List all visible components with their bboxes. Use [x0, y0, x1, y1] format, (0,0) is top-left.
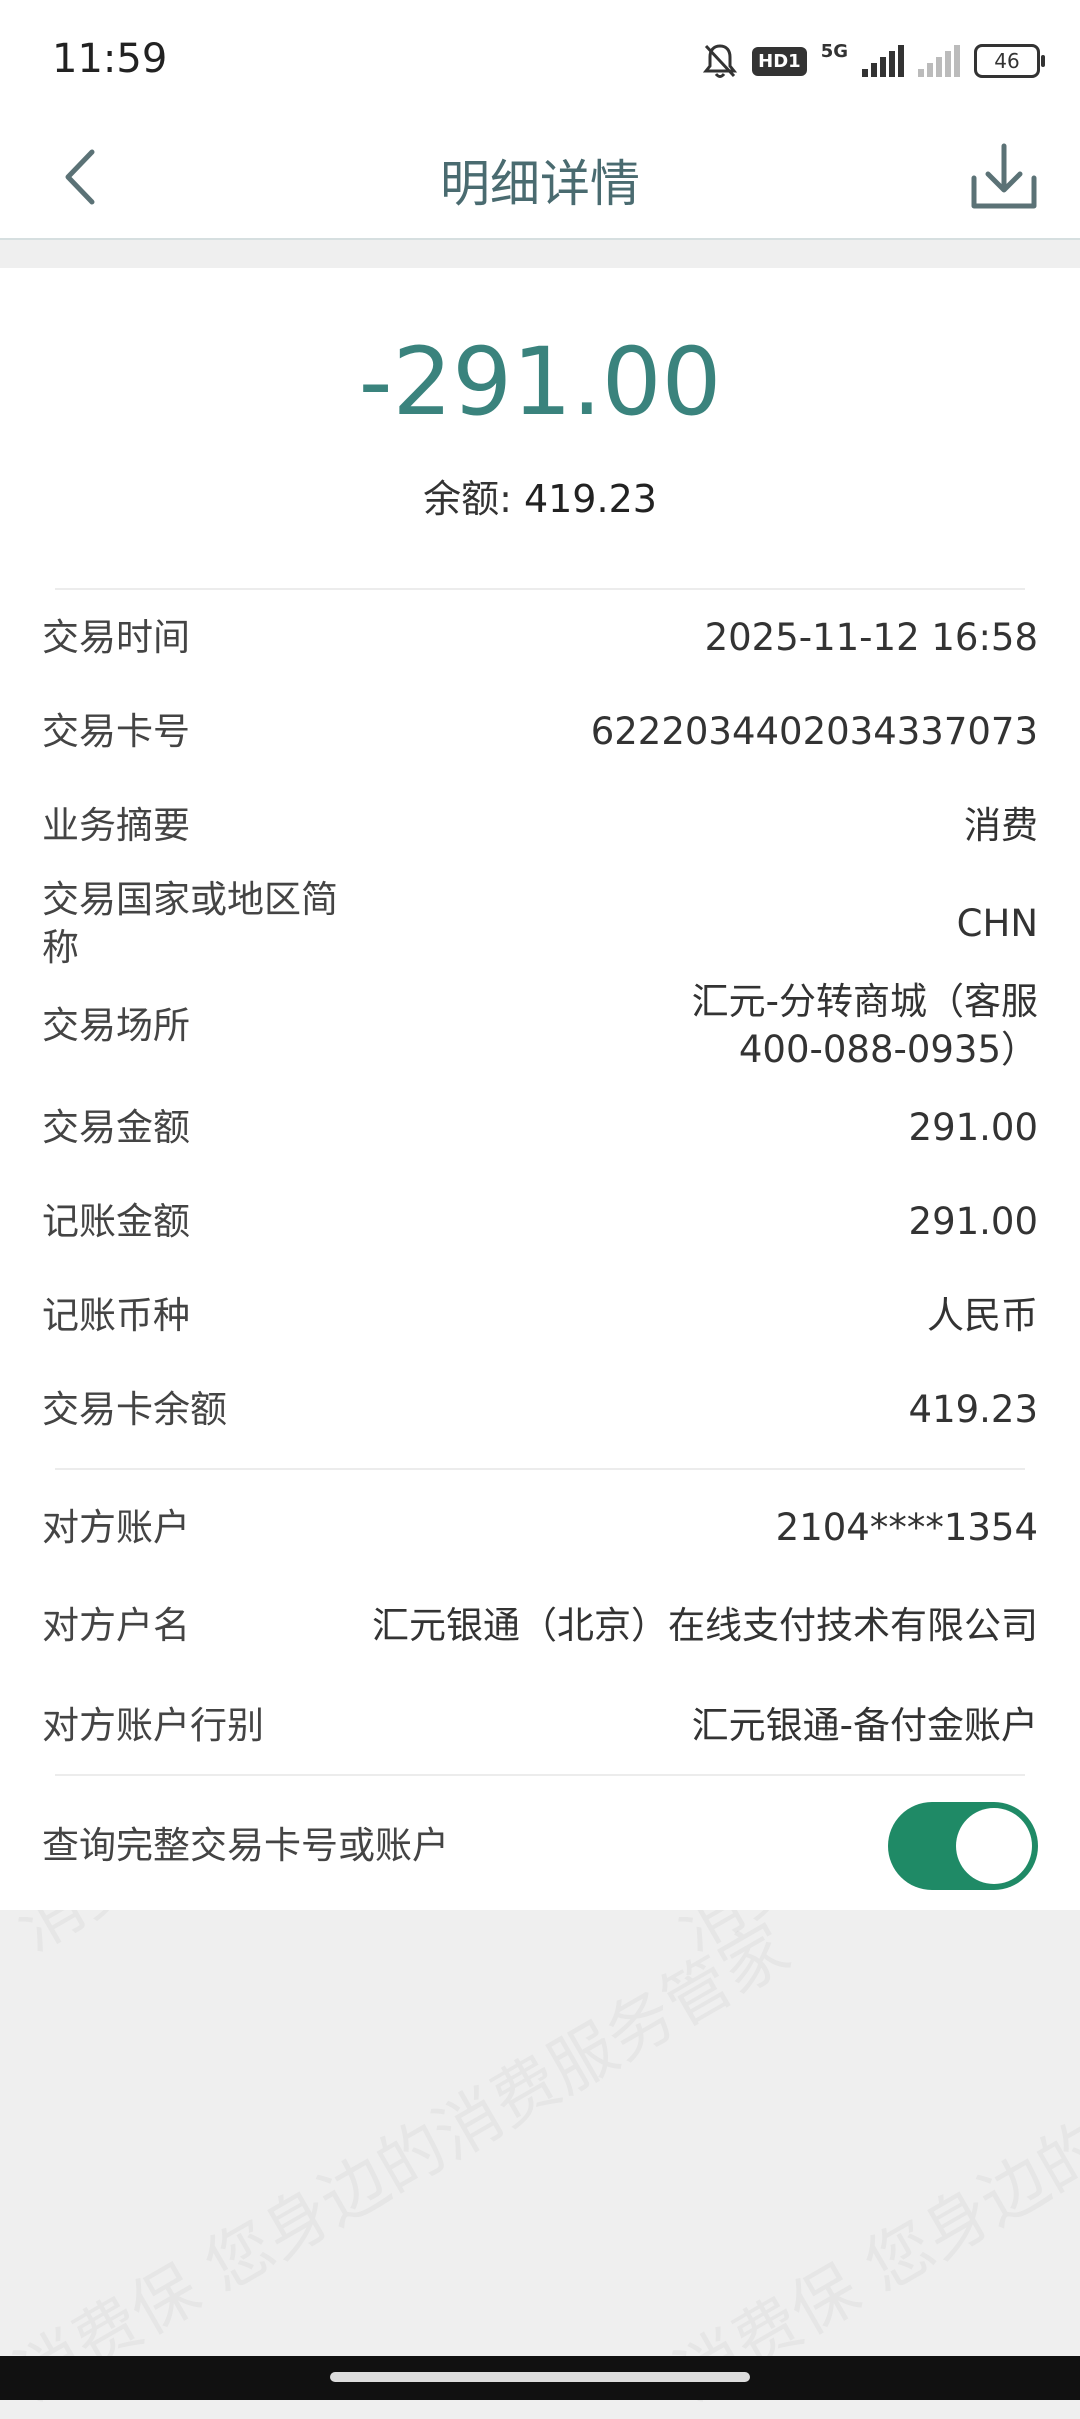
- detail-row-posted-amount: 记账金额 291.00: [42, 1198, 1038, 1246]
- battery-icon: 46: [974, 44, 1045, 78]
- detail-row-counterparty-account: 对方账户 2104****1354: [42, 1504, 1038, 1552]
- network-label: 5G: [820, 40, 848, 62]
- balance-label: 余额:: [423, 477, 524, 521]
- toggle-label: 查询完整交易卡号或账户: [42, 1824, 449, 1867]
- detail-row-country: 交易国家或地区简称 CHN: [42, 874, 1038, 974]
- detail-label: 交易时间: [42, 616, 190, 659]
- detail-label: 业务摘要: [42, 804, 190, 847]
- detail-label: 对方账户: [42, 1506, 190, 1549]
- divider: [55, 588, 1025, 590]
- balance-line: 余额: 419.23: [0, 468, 1080, 523]
- home-gesture-handle[interactable]: [330, 2372, 750, 2382]
- detail-row-transaction-time: 交易时间 2025-11-12 16:58: [42, 614, 1038, 662]
- detail-row-counterparty-name: 对方户名 汇元银通（北京）在线支付技术有限公司: [42, 1576, 1038, 1676]
- app-header: 明细详情: [0, 120, 1080, 240]
- bell-muted-icon: [703, 44, 738, 78]
- system-nav-bar: [0, 2356, 1080, 2400]
- detail-value: 6222034402034337073: [590, 710, 1038, 753]
- status-icons: HD1 5G 46: [702, 40, 1045, 82]
- section-gap: [0, 240, 1080, 268]
- detail-value: 2025-11-12 16:58: [704, 616, 1038, 659]
- detail-value: 汇元银通-备付金账户: [691, 1704, 1038, 1747]
- page-title: 明细详情: [440, 155, 640, 213]
- signal-icon: [862, 45, 904, 77]
- balance-value: 419.23: [523, 477, 657, 521]
- detail-row-card-number: 交易卡号 6222034402034337073: [42, 708, 1038, 756]
- detail-label: 交易卡余额: [42, 1388, 227, 1431]
- detail-row-currency: 记账币种 人民币: [42, 1292, 1038, 1340]
- detail-label: 交易卡号: [42, 710, 190, 753]
- detail-value: 消费: [964, 804, 1038, 847]
- status-time: 11:59: [52, 36, 168, 82]
- detail-value: CHN: [956, 902, 1038, 945]
- detail-row-merchant: 交易场所 汇元-分转商城（客服400-088-0935）: [42, 976, 1038, 1076]
- detail-row-summary: 业务摘要 消费: [42, 802, 1038, 850]
- divider: [55, 1774, 1025, 1776]
- detail-label: 记账金额: [42, 1200, 190, 1243]
- full-number-toggle[interactable]: [888, 1802, 1038, 1890]
- detail-row-counterparty-bank: 对方账户行别 汇元银通-备付金账户: [42, 1702, 1038, 1750]
- transaction-card: -291.00 余额: 419.23 交易时间 2025-11-12 16:58…: [0, 268, 1080, 1910]
- transaction-amount: -291.00: [358, 328, 722, 437]
- hd-badge: HD1: [752, 46, 807, 76]
- divider: [55, 1468, 1025, 1470]
- detail-label: 记账币种: [42, 1294, 190, 1337]
- detail-label: 交易场所: [42, 1004, 190, 1047]
- status-bar: 11:59 HD1 5G 46: [0, 0, 1080, 120]
- detail-value: 汇元银通（北京）在线支付技术有限公司: [372, 1604, 1038, 1647]
- toggle-row: 查询完整交易卡号或账户: [42, 1798, 1038, 1894]
- toggle-knob: [956, 1808, 1032, 1884]
- download-icon[interactable]: [964, 136, 1044, 216]
- watermark: 消费保 您身边的消费服务管家: [662, 1909, 1080, 2416]
- detail-label: 交易国家或地区简称: [42, 878, 338, 969]
- signal-weak-icon: [918, 45, 960, 77]
- detail-label: 交易金额: [42, 1106, 190, 1149]
- watermark: 消费保 您身边的消费服务管家: [2, 1909, 803, 2416]
- detail-value: 419.23: [908, 1388, 1038, 1431]
- detail-label: 对方账户行别: [42, 1704, 264, 1747]
- detail-row-card-balance: 交易卡余额 419.23: [42, 1386, 1038, 1434]
- detail-value: 2104****1354: [775, 1506, 1038, 1549]
- detail-value: 291.00: [908, 1200, 1038, 1243]
- detail-label: 对方户名: [42, 1604, 190, 1647]
- detail-value: 291.00: [908, 1106, 1038, 1149]
- detail-value: 人民币: [927, 1294, 1038, 1337]
- detail-value: 汇元-分转商城（客服400-088-0935）: [691, 980, 1038, 1071]
- detail-row-transaction-amount: 交易金额 291.00: [42, 1104, 1038, 1152]
